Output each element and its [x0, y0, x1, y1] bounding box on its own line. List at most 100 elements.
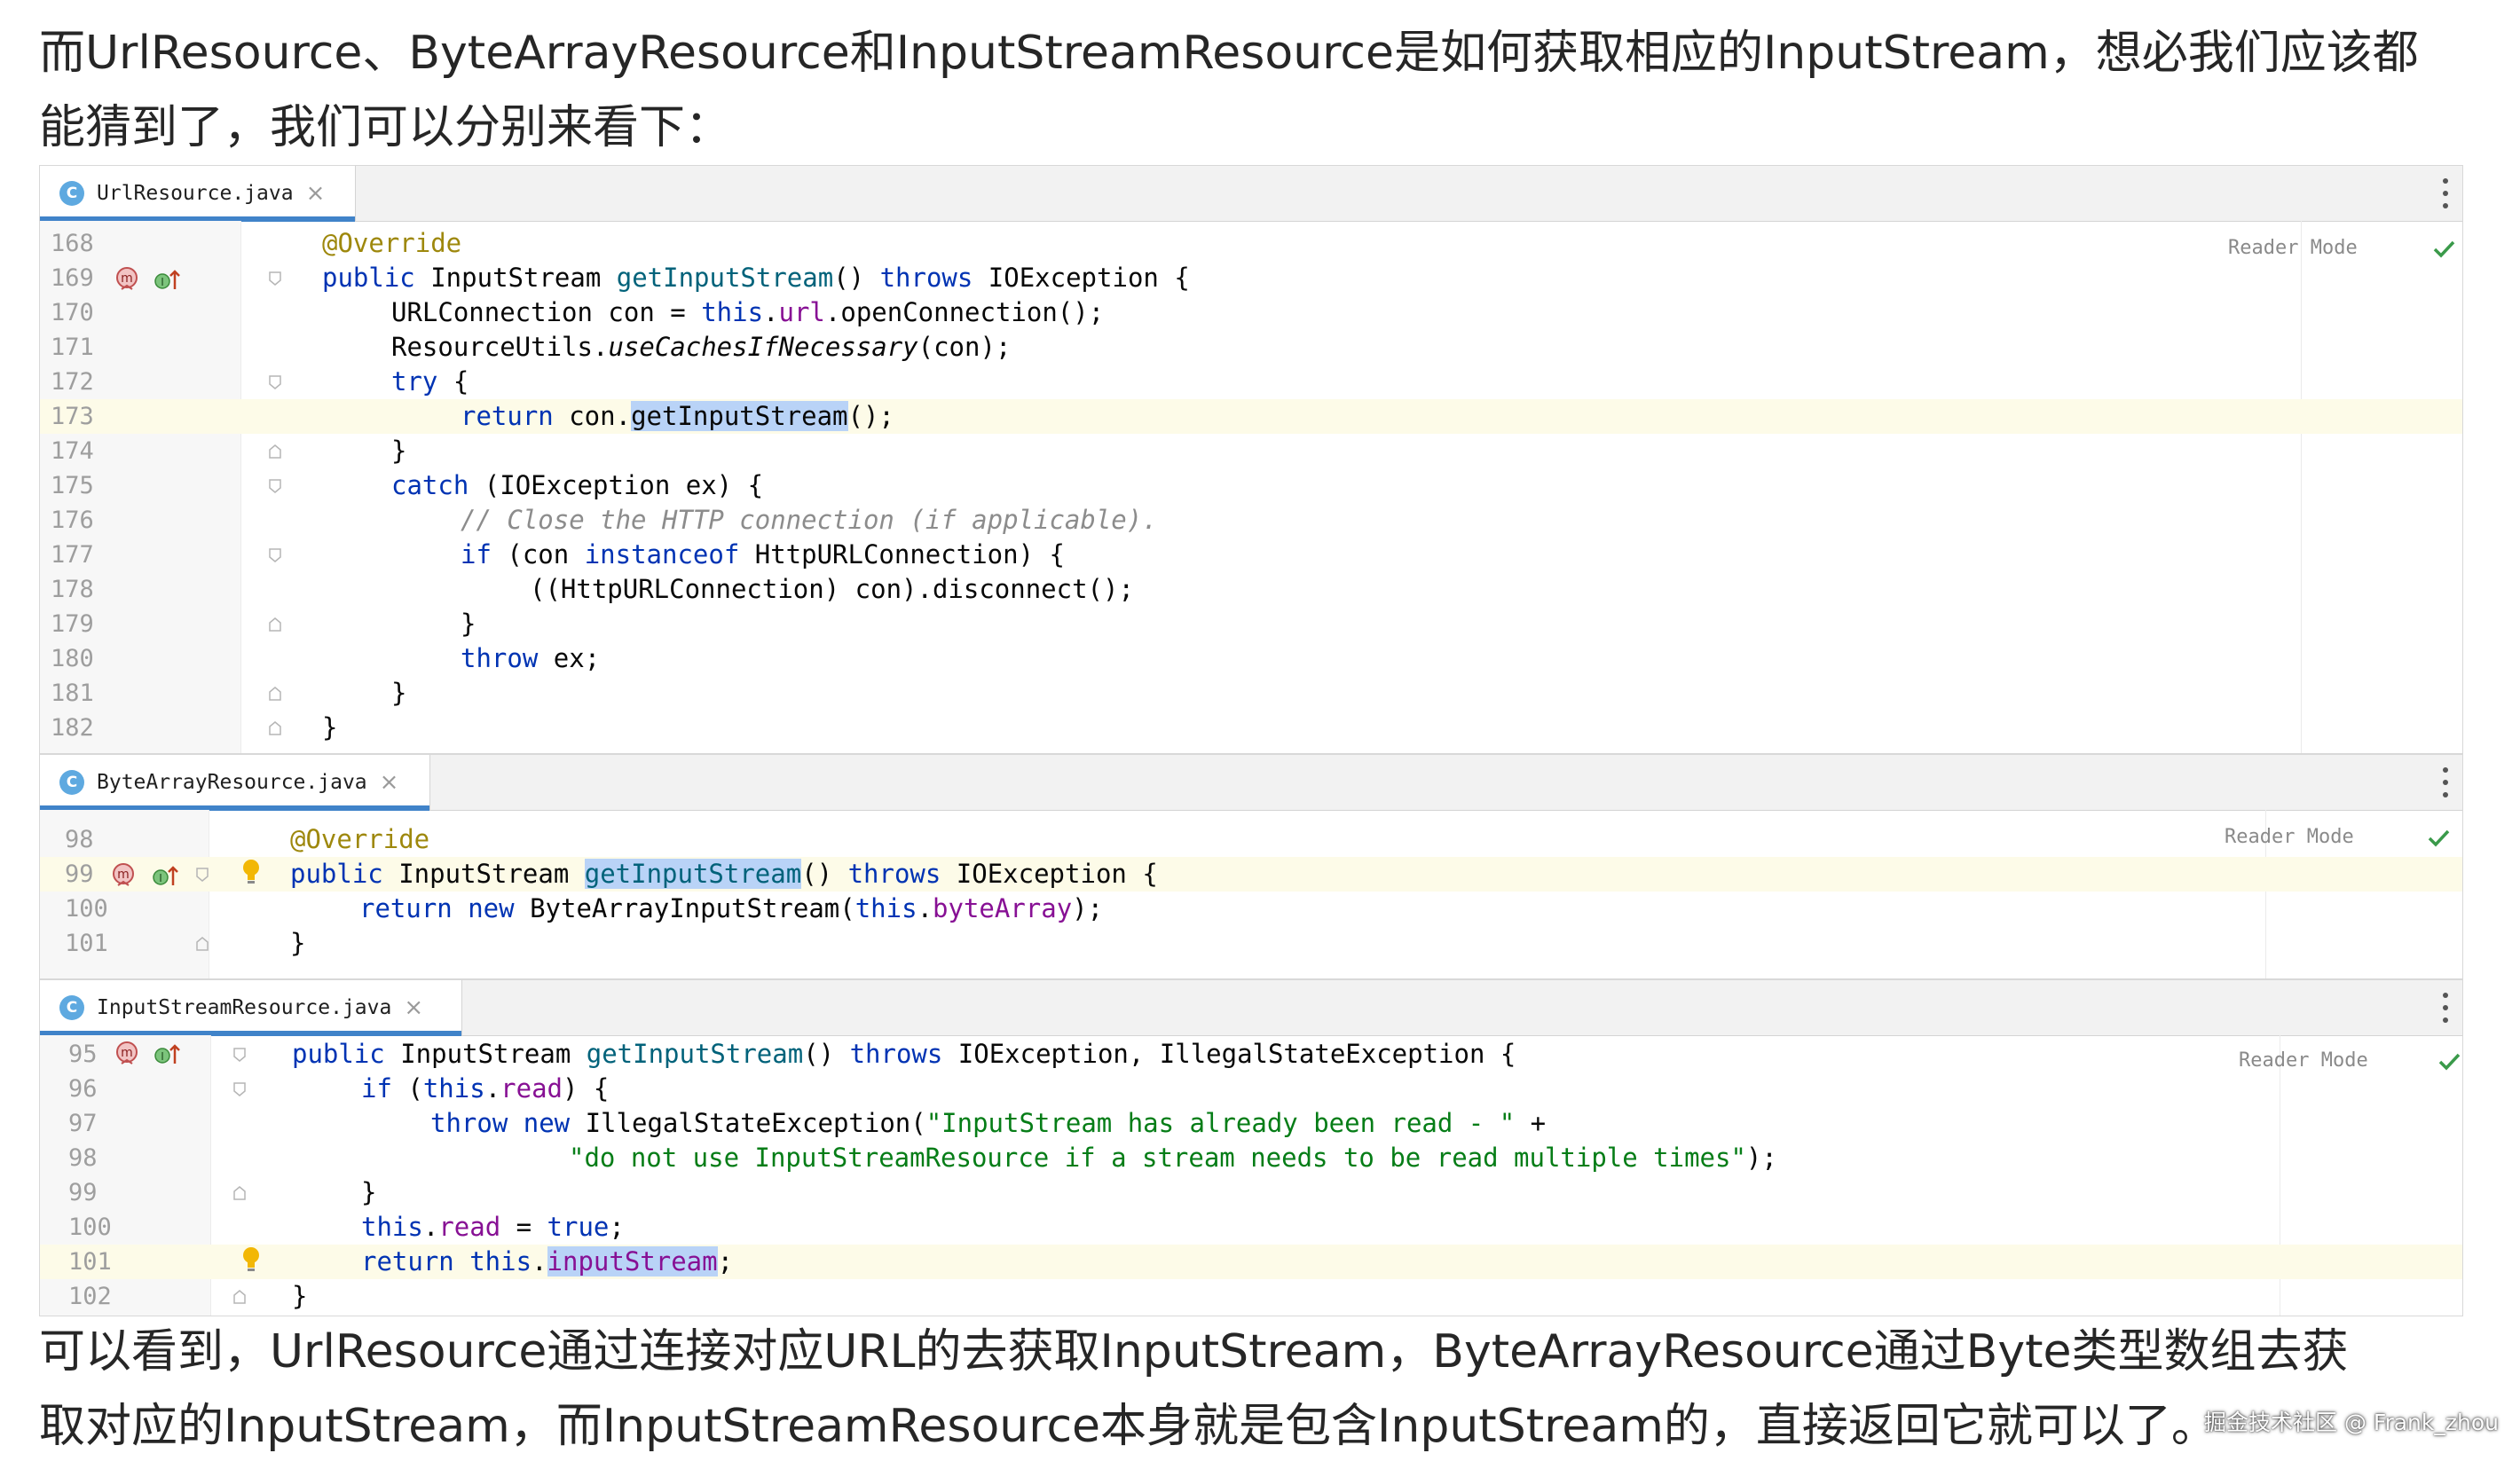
line-number: 181: [51, 680, 94, 707]
code-text: this.read = true;: [361, 1212, 625, 1242]
fold-icon[interactable]: [269, 548, 281, 562]
fold-end-icon[interactable]: [269, 617, 281, 632]
code-line: 170 URLConnection con = this.url.openCon…: [40, 295, 2462, 330]
close-icon[interactable]: ×: [380, 769, 399, 796]
line-number: 98: [65, 826, 94, 853]
fold-end-icon[interactable]: [269, 444, 281, 459]
more-options-icon[interactable]: [2441, 178, 2450, 208]
lightbulb-icon[interactable]: [240, 1246, 262, 1273]
code-line: 172 try {: [40, 365, 2462, 399]
code-line: 99 m I public InputStream getInputStream…: [40, 857, 2462, 892]
fold-icon[interactable]: [269, 271, 281, 286]
code-editor[interactable]: Reader Mode 95 m I public InputStream ge…: [40, 1035, 2462, 1316]
line-number: 97: [68, 1110, 98, 1137]
fold-end-icon[interactable]: [233, 1290, 246, 1304]
editor-tab-bar: C InputStreamResource.java ×: [40, 980, 2462, 1036]
code-line: 96 if (this.read) {: [40, 1072, 2462, 1106]
lightbulb-icon[interactable]: [240, 859, 262, 885]
tab-filename: InputStreamResource.java: [97, 996, 392, 1019]
line-number: 178: [51, 576, 94, 603]
code-text: return con.getInputStream();: [461, 401, 894, 431]
line-number: 174: [51, 437, 94, 465]
code-text: public InputStream getInputStream() thro…: [322, 263, 1190, 293]
class-icon: C: [59, 995, 84, 1020]
more-options-icon[interactable]: [2441, 767, 2450, 797]
code-editor[interactable]: Reader Mode 168 @Override 169 m I public…: [40, 221, 2462, 753]
editor-panel-bytearrayresource: C ByteArrayResource.java × Reader Mode 9…: [39, 754, 2463, 979]
code-line: 175 catch (IOException ex) {: [40, 468, 2462, 503]
intro-line-1: 而UrlResource、ByteArrayResource和InputStre…: [39, 27, 2419, 80]
code-line: 179 }: [40, 607, 2462, 641]
override-icon[interactable]: I: [154, 268, 182, 293]
line-number: 100: [65, 895, 108, 923]
line-number: 99: [68, 1179, 98, 1206]
line-number: 169: [51, 264, 94, 292]
more-options-icon[interactable]: [2441, 993, 2450, 1023]
code-text: public InputStream getInputStream() thro…: [290, 859, 1158, 889]
code-line-current: 173 return con.getInputStream();: [40, 399, 2462, 434]
code-line: 98 @Override: [40, 822, 2462, 857]
code-text: }: [461, 609, 476, 639]
fold-icon[interactable]: [269, 375, 281, 389]
code-line: 174 }: [40, 434, 2462, 468]
close-icon[interactable]: ×: [404, 994, 423, 1021]
fold-end-icon[interactable]: [269, 721, 281, 735]
code-line-current: 101 return this.inputStream;: [40, 1245, 2462, 1279]
line-number: 98: [68, 1144, 98, 1172]
line-number: 102: [68, 1283, 112, 1310]
fold-icon[interactable]: [269, 479, 281, 493]
editor-tab-urlresource[interactable]: C UrlResource.java ×: [40, 166, 356, 222]
code-text: ResourceUtils.useCachesIfNecessary(con);: [391, 332, 1012, 362]
method-icon[interactable]: m: [114, 1041, 141, 1067]
line-number: 177: [51, 541, 94, 569]
class-icon: C: [59, 770, 84, 795]
line-number: 100: [68, 1214, 112, 1241]
line-number: 182: [51, 714, 94, 742]
svg-text:I: I: [159, 872, 162, 884]
editor-tab-bar: C UrlResource.java ×: [40, 166, 2462, 222]
svg-text:m: m: [121, 1046, 133, 1060]
editor-tab-bar: C ByteArrayResource.java ×: [40, 755, 2462, 811]
code-text: if (con instanceof HttpURLConnection) {: [461, 539, 1065, 570]
line-number: 172: [51, 368, 94, 396]
close-icon[interactable]: ×: [306, 180, 326, 207]
fold-end-icon[interactable]: [233, 1186, 246, 1200]
line-number: 179: [51, 610, 94, 638]
line-number: 99: [65, 860, 94, 888]
svg-text:I: I: [161, 1050, 164, 1063]
code-line: 168 @Override: [40, 226, 2462, 261]
fold-end-icon[interactable]: [196, 937, 209, 951]
fold-icon[interactable]: [233, 1048, 246, 1062]
code-editor[interactable]: Reader Mode 98 @Override 99 m I public I…: [40, 810, 2462, 978]
svg-text:m: m: [117, 868, 130, 882]
code-text: }: [322, 712, 338, 742]
editor-panel-inputstreamresource: C InputStreamResource.java × Reader Mode…: [39, 979, 2463, 1316]
line-number: 176: [51, 507, 94, 534]
code-text: }: [391, 678, 407, 708]
code-line: 176 // Close the HTTP connection (if app…: [40, 503, 2462, 538]
code-text: public InputStream getInputStream() thro…: [292, 1039, 1516, 1069]
fold-end-icon[interactable]: [269, 687, 281, 701]
line-number: 173: [51, 403, 94, 430]
method-icon[interactable]: m: [114, 266, 141, 293]
code-text: if (this.read) {: [361, 1073, 610, 1104]
code-line: 181 }: [40, 676, 2462, 711]
editor-panel-urlresource: C UrlResource.java × Reader Mode 168 @Ov…: [39, 165, 2463, 754]
code-text: }: [391, 436, 407, 466]
editor-tab-inputstreamresource[interactable]: C InputStreamResource.java ×: [40, 980, 462, 1036]
fold-icon[interactable]: [196, 868, 209, 882]
line-number: 175: [51, 472, 94, 499]
method-icon[interactable]: m: [111, 862, 138, 889]
override-icon[interactable]: I: [154, 1042, 182, 1067]
fold-icon[interactable]: [233, 1082, 246, 1096]
editor-tab-bytearrayresource[interactable]: C ByteArrayResource.java ×: [40, 755, 430, 811]
code-line: 180 throw ex;: [40, 641, 2462, 676]
line-number: 96: [68, 1075, 98, 1103]
outro-paragraph: 可以看到，UrlResource通过连接对应URL的去获取InputStream…: [39, 1315, 2349, 1464]
code-text: URLConnection con = this.url.openConnect…: [391, 297, 1105, 327]
code-line: 100 this.read = true;: [40, 1210, 2462, 1245]
code-line: 99 }: [40, 1175, 2462, 1210]
code-text: try {: [391, 366, 469, 397]
svg-text:I: I: [161, 276, 164, 288]
override-icon[interactable]: I: [152, 864, 180, 889]
